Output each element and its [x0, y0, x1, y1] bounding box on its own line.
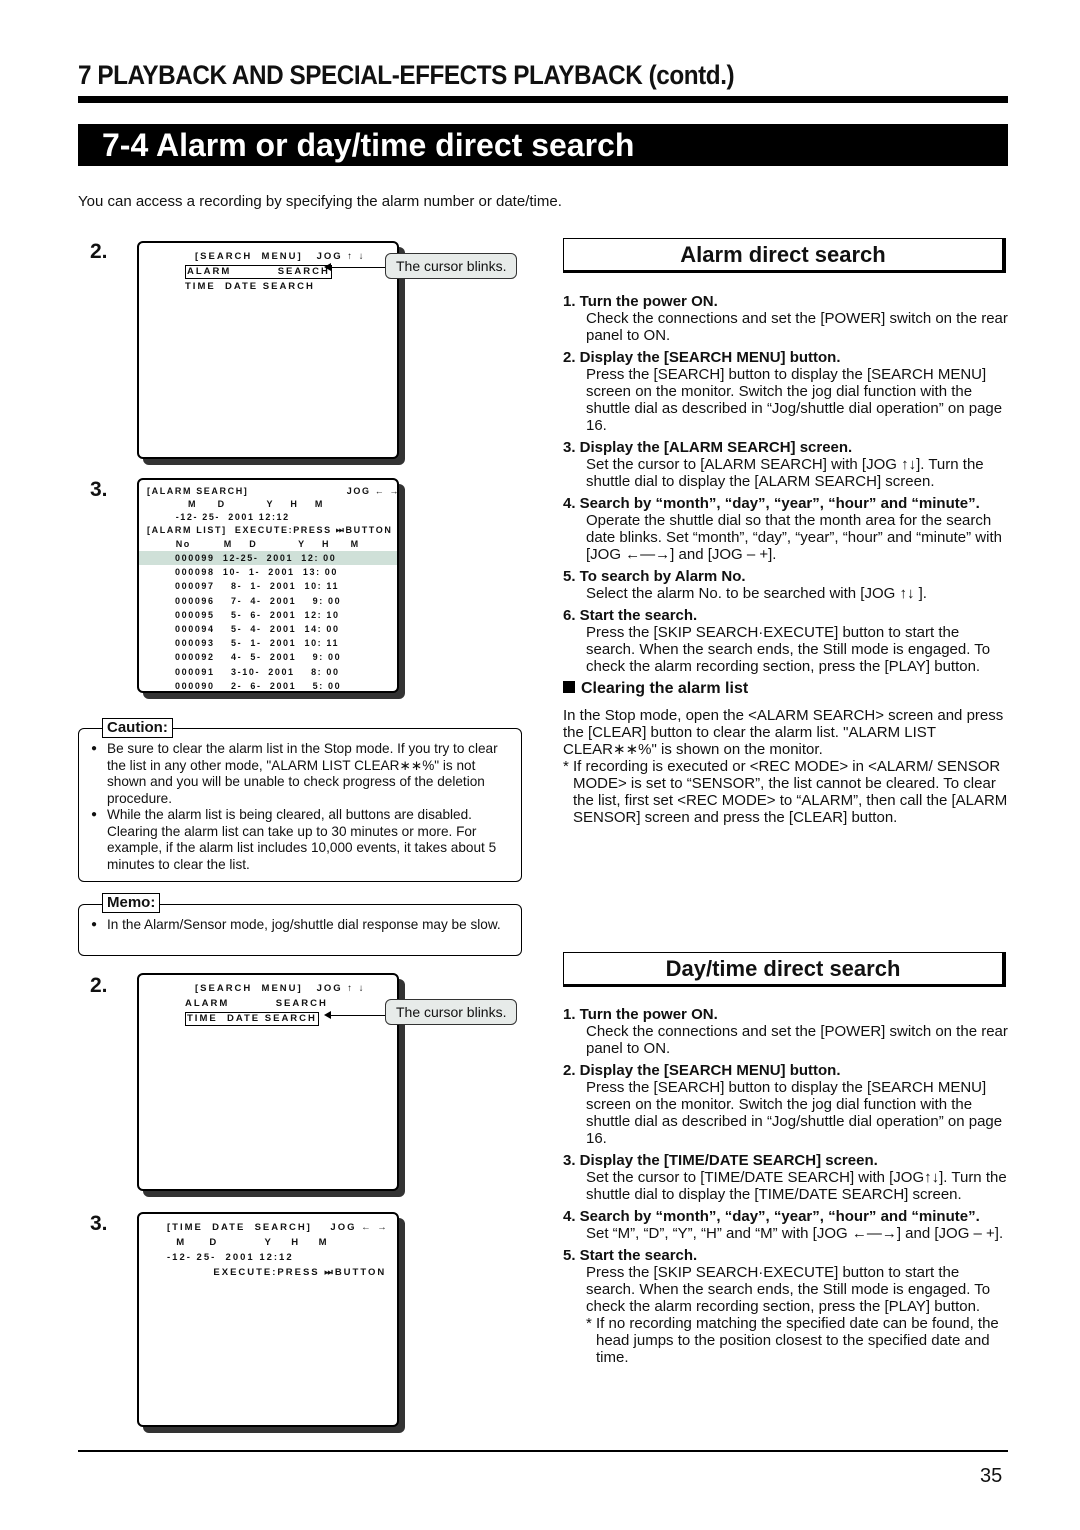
caution-item: Be sure to clear the alarm list in the S… [87, 741, 511, 807]
alarm-list-header: [ALARM LIST] EXECUTE:PRESS ⏭BUTTON [147, 525, 393, 535]
step-description: Check the connections and set the [POWER… [586, 310, 1008, 344]
page-number: 35 [980, 1465, 1003, 1487]
step: 5. To search by Alarm No. Select the alar… [563, 568, 1008, 602]
time-date-search-screen: [TIME DATE SEARCH] JOG ← → M D Y H M -12… [137, 1212, 399, 1427]
step-description: Set “M”, “D”, “Y”, “H” and “M” with [JOG… [586, 1225, 1004, 1242]
screen-title: [TIME DATE SEARCH] JOG ← → [167, 1222, 389, 1233]
alarm-search-screen: [ALARM SEARCH] JOG ← → M D Y H M -12- 25… [137, 478, 399, 693]
step-title: 1. Turn the power ON. [563, 293, 718, 310]
search-menu-screen: [SEARCH MENU] JOG ↑ ↓ ALARM SEARCH TIME … [137, 241, 399, 459]
column-header: No M D Y H M [147, 539, 360, 549]
screen-title: [SEARCH MENU] JOG ↑ ↓ [195, 983, 366, 994]
alarm-search-item: ALARM SEARCH [185, 265, 332, 279]
time-date-search-item: TIME DATE SEARCH [185, 1012, 319, 1026]
step-description: Check the connections and set the [POWER… [586, 1023, 1008, 1057]
daytime-steps: 1. Turn the power ON. Check the connectio… [563, 1006, 1008, 1366]
date-header: M D Y H M [167, 1237, 329, 1248]
clearing-text: In the Stop mode, open the <ALARM SEARCH… [563, 707, 1004, 758]
cursor-callout: The cursor blinks. [385, 999, 518, 1025]
step: 5. Start the search. Press the [SKIP SEAR… [563, 1247, 1008, 1315]
daytime-direct-search-heading: Day/time direct search [563, 952, 1006, 987]
step-title: 2. Display the [SEARCH MENU] button. [563, 1062, 841, 1079]
alarm-list-row: 000096 7- 4- 2001 9: 00 [175, 595, 342, 606]
screen-title: [SEARCH MENU] JOG ↑ ↓ [195, 251, 366, 262]
search-date: -12- 25- 2001 12:12 [147, 512, 290, 522]
step: 4. Search by “month”, “day”, “year”, “ho… [563, 495, 1008, 563]
alarm-list-row: 000090 2- 6- 2001 5: 00 [175, 680, 342, 691]
step-description: Press the [SEARCH] button to display the… [586, 366, 1003, 434]
step: 1. Turn the power ON. Check the connectio… [563, 1006, 1008, 1057]
step-description: Set the cursor to [TIME/DATE SEARCH] wit… [586, 1169, 1007, 1203]
step-title: 4. Search by “month”, “day”, “year”, “ho… [563, 495, 980, 512]
cursor-callout: The cursor blinks. [385, 253, 518, 279]
execute-hint: EXECUTE:PRESS ⏭BUTTON [167, 1267, 387, 1278]
memo-item: In the Alarm/Sensor mode, jog/shuttle di… [87, 917, 511, 934]
step-title: 2. Display the [SEARCH MENU] button. [563, 349, 841, 366]
step-description: Press the [SKIP SEARCH·EXECUTE] button t… [586, 1264, 991, 1315]
caution-box: Be sure to clear the alarm list in the S… [78, 728, 522, 882]
alarm-list-row: 000097 8- 1- 2001 10: 11 [175, 581, 340, 592]
chapter-rule [78, 96, 1008, 103]
caution-item: While the alarm list is being cleared, a… [87, 807, 511, 873]
step-description: Select the alarm No. to be searched with… [586, 585, 927, 602]
time-date-search-item: TIME DATE SEARCH [185, 281, 315, 292]
step-description: Press the [SEARCH] button to display the… [586, 1079, 1003, 1147]
intro-text: You can access a recording by specifying… [78, 193, 562, 210]
step-number: 2. [90, 974, 108, 997]
step: 2. Display the [SEARCH MENU] button. Pres… [563, 349, 1008, 434]
step-number: 3. [90, 1212, 108, 1235]
alarm-list-row: 000092 4- 5- 2001 9: 00 [175, 652, 342, 663]
clearing-note: * If recording is executed or <REC MODE>… [563, 758, 1008, 826]
arrow-icon [324, 263, 385, 271]
alarm-direct-search-heading: Alarm direct search [563, 238, 1006, 273]
caution-label: Caution: [102, 718, 173, 738]
step-description: Set the cursor to [ALARM SEARCH] with [J… [586, 456, 984, 490]
step-description: Operate the shuttle dial so that the mon… [586, 512, 1002, 563]
step: 2. Display the [SEARCH MENU] button. Pres… [563, 1062, 1008, 1147]
clearing-alarm-list-heading: Clearing the alarm list [563, 680, 1008, 697]
daytime-note: * If no recording matching the specified… [586, 1315, 999, 1366]
step: 6. Start the search. Press the [SKIP SEAR… [563, 607, 1008, 675]
step: 4. Search by “month”, “day”, “year”, “ho… [563, 1208, 1008, 1242]
step: 3. Display the [TIME/DATE SEARCH] screen… [563, 1152, 1008, 1203]
memo-label: Memo: [102, 893, 161, 913]
alarm-list-row: 000098 10- 1- 2001 13: 00 [175, 567, 338, 578]
step-number: 2. [90, 240, 108, 263]
step-title: 3. Display the [TIME/DATE SEARCH] screen… [563, 1152, 878, 1169]
alarm-list-row: 000099 12-25- 2001 12: 00 [139, 551, 397, 566]
step-title: 4. Search by “month”, “day”, “year”, “ho… [563, 1208, 980, 1225]
alarm-list-row: 000091 3-10- 2001 8: 00 [175, 666, 340, 677]
step-title: 3. Display the [ALARM SEARCH] screen. [563, 439, 853, 456]
chapter-title: 7 PLAYBACK AND SPECIAL-EFFECTS PLAYBACK … [78, 60, 735, 90]
step-title: 5. To search by Alarm No. [563, 568, 746, 585]
alarm-list-row: 000093 5- 1- 2001 10: 11 [175, 638, 340, 649]
footer-rule [78, 1450, 1008, 1452]
step-title: 1. Turn the power ON. [563, 1006, 718, 1023]
step-description: Press the [SKIP SEARCH·EXECUTE] button t… [586, 624, 991, 675]
alarm-list-row: 000095 5- 6- 2001 12: 10 [175, 609, 340, 620]
step-number: 3. [90, 478, 108, 501]
search-menu-screen: [SEARCH MENU] JOG ↑ ↓ ALARM SEARCH TIME … [137, 973, 399, 1191]
screen-title: [ALARM SEARCH] JOG ← → [147, 486, 401, 496]
step: 1. Turn the power ON. Check the connectio… [563, 293, 1008, 344]
step-title: 6. Start the search. [563, 607, 698, 624]
date-header: M D Y H M [147, 499, 324, 509]
step: 3. Display the [ALARM SEARCH] screen. Set… [563, 439, 1008, 490]
alarm-steps: 1. Turn the power ON. Check the connectio… [563, 293, 1008, 826]
step-title: 5. Start the search. [563, 1247, 698, 1264]
alarm-list-row: 000094 5- 4- 2001 14: 00 [175, 624, 340, 635]
section-title: 7-4 Alarm or day/time direct search [78, 124, 1008, 166]
arrow-icon [324, 1011, 385, 1019]
alarm-search-item: ALARM SEARCH [185, 998, 328, 1009]
search-date: -12- 25- 2001 12:12 [167, 1252, 294, 1263]
